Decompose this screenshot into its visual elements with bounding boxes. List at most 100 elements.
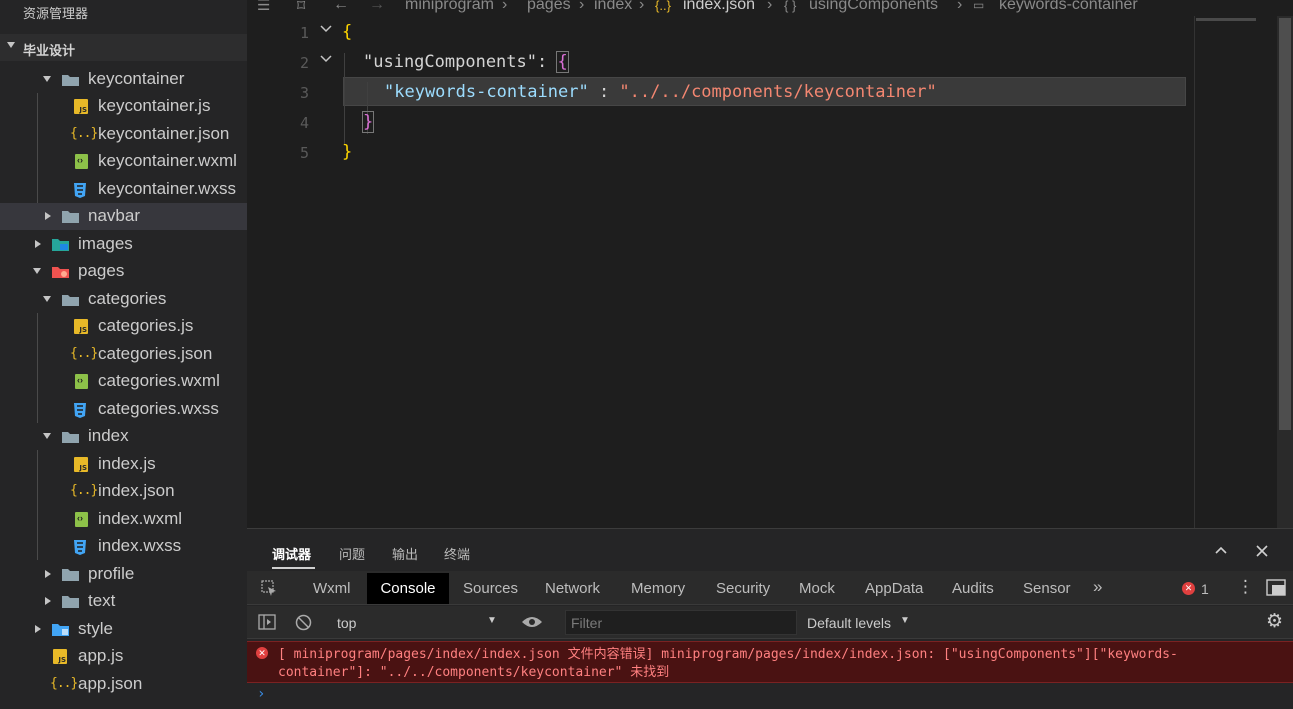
code-token-colon: : [537,52,558,72]
chevron-right-icon: › [957,0,963,13]
tree-item-keycontainer-js[interactable]: JS keycontainer.js [0,93,247,120]
gear-icon[interactable]: ⚙ [1266,610,1283,633]
context-select[interactable]: top [337,615,356,631]
error-count-badge[interactable]: 1 [1201,581,1209,597]
tab-terminal[interactable]: 终端 [444,544,470,563]
editor-scrollbar-thumb[interactable] [1279,18,1291,430]
breadcrumb-item[interactable]: index [594,0,632,14]
code-editor[interactable]: ☰ ⌑ ← → miniprogram › pages › index › {.… [247,0,1293,528]
chevron-right-icon [45,212,51,220]
tree-item-app-json[interactable]: {..} app.json [0,671,247,698]
tree-item-app-js[interactable]: JS app.js [0,643,247,670]
menu-icon[interactable]: ☰ [257,0,270,14]
tree-item-categories-js[interactable]: JS categories.js [0,313,247,340]
tree-item-navbar[interactable]: navbar [0,203,247,230]
devtools-tab-sources[interactable]: Sources [463,580,518,597]
log-levels-select[interactable]: Default levels [807,615,891,631]
devtools-tab-network[interactable]: Network [545,580,600,597]
devtools-tab-console[interactable]: Console [367,573,449,604]
breadcrumb-item[interactable]: usingComponents [809,0,938,14]
explorer-title: 资源管理器 [23,6,89,21]
chevron-down-icon [43,296,51,302]
tree-item-profile[interactable]: profile [0,561,247,588]
forward-arrow-icon[interactable]: → [369,0,385,14]
error-icon: ✕ [256,647,268,659]
wxml-file-icon [75,154,88,169]
tree-item-text[interactable]: text [0,588,247,615]
dropdown-arrow-icon[interactable]: ▼ [487,615,497,626]
breadcrumb-item[interactable]: pages [527,0,571,14]
sidebar-toggle-icon[interactable] [258,614,276,630]
devtools-tab-mock[interactable]: Mock [799,580,835,597]
clear-console-icon[interactable] [295,614,312,631]
minimap-content[interactable] [1196,18,1256,21]
tree-item-categories-json[interactable]: {..} categories.json [0,341,247,368]
breadcrumb-item[interactable]: keywords-container [999,0,1138,14]
tree-item-keycontainer-wxss[interactable]: keycontainer.wxss [0,176,247,203]
tree-item-label: index.json [98,481,175,500]
breadcrumb-item[interactable]: index.json [683,0,755,14]
devtools-tab-security[interactable]: Security [716,580,770,597]
devtools-tab-wxml[interactable]: Wxml [313,580,351,597]
tree-item-index-js[interactable]: JS index.js [0,451,247,478]
tree-item-categories-wxml[interactable]: categories.wxml [0,368,247,395]
tree-item-index-wxml[interactable]: index.wxml [0,506,247,533]
code-token-brace: { [342,22,353,42]
tree-item-label: index.wxml [98,509,183,528]
filter-input[interactable] [566,611,796,634]
style-folder-icon [52,624,69,636]
tree-item-index-wxss[interactable]: index.wxss [0,533,247,560]
tab-problems[interactable]: 问题 [339,544,365,563]
fold-chevron-icon[interactable] [319,24,333,34]
tree-item-keycontainer-wxml[interactable]: keycontainer.wxml [0,148,247,175]
js-file-icon: JS [74,99,88,114]
back-arrow-icon[interactable]: ← [333,0,349,14]
bookmark-icon[interactable]: ⌑ [297,0,305,16]
inspect-element-icon[interactable] [261,580,278,597]
tab-output[interactable]: 输出 [392,544,418,563]
tree-item-label: categories.js [98,316,194,335]
tree-item-pages[interactable]: pages [0,258,247,285]
tree-item-label: navbar [88,206,140,225]
tree-item-label: categories.wxml [98,371,220,390]
active-tab-underline [272,567,315,569]
devtools-tab-audits[interactable]: Audits [952,580,994,597]
tree-item-label: keycontainer.wxss [98,179,236,198]
chevron-up-icon[interactable] [1214,545,1228,555]
tree-item-images[interactable]: images [0,231,247,258]
tab-debugger[interactable]: 调试器 [272,544,311,563]
css-file-icon [74,183,86,198]
more-tabs-icon[interactable]: » [1093,577,1102,597]
json-file-icon: {..} [70,483,98,498]
error-text: [ miniprogram/pages/index/index.json 文件内… [278,647,1178,680]
tree-item-style[interactable]: style [0,616,247,643]
console-prompt-icon[interactable]: › [257,686,265,702]
project-section-header[interactable]: 毕业设计 [0,34,247,61]
undock-icon[interactable] [1266,579,1286,596]
error-count-icon[interactable]: ✕ [1182,582,1195,595]
close-icon[interactable] [1256,545,1268,557]
console-error-message[interactable]: ✕ [ miniprogram/pages/index/index.json 文… [247,641,1293,683]
more-options-icon[interactable]: ⋮ [1237,577,1254,597]
devtools-tab-appdata[interactable]: AppData [865,580,923,597]
filter-field[interactable] [565,610,797,635]
tree-item-categories[interactable]: categories [0,286,247,313]
tree-item-index[interactable]: index [0,423,247,450]
bottom-panel: 调试器 问题 输出 终端 Wxml Console Sources Networ… [247,528,1293,709]
devtools-tab-sensor[interactable]: Sensor [1023,580,1071,597]
eye-icon[interactable] [521,615,543,629]
pages-folder-icon [52,267,69,278]
code-token-brace: } [361,111,375,133]
breadcrumb-item[interactable]: miniprogram [405,0,494,14]
folder-icon [62,596,79,608]
dropdown-arrow-icon[interactable]: ▼ [900,615,910,626]
json-file-icon: {..} [70,126,98,141]
tree-item-keycontainer-json[interactable]: {..} keycontainer.json [0,121,247,148]
chevron-right-icon: › [767,0,773,13]
tree-item-index-json[interactable]: {..} index.json [0,478,247,505]
tree-item-categories-wxss[interactable]: categories.wxss [0,396,247,423]
fold-chevron-icon[interactable] [319,54,333,64]
tree-item-label: text [88,591,116,610]
devtools-tab-memory[interactable]: Memory [631,580,685,597]
tree-item-keycontainer[interactable]: keycontainer [0,66,247,93]
